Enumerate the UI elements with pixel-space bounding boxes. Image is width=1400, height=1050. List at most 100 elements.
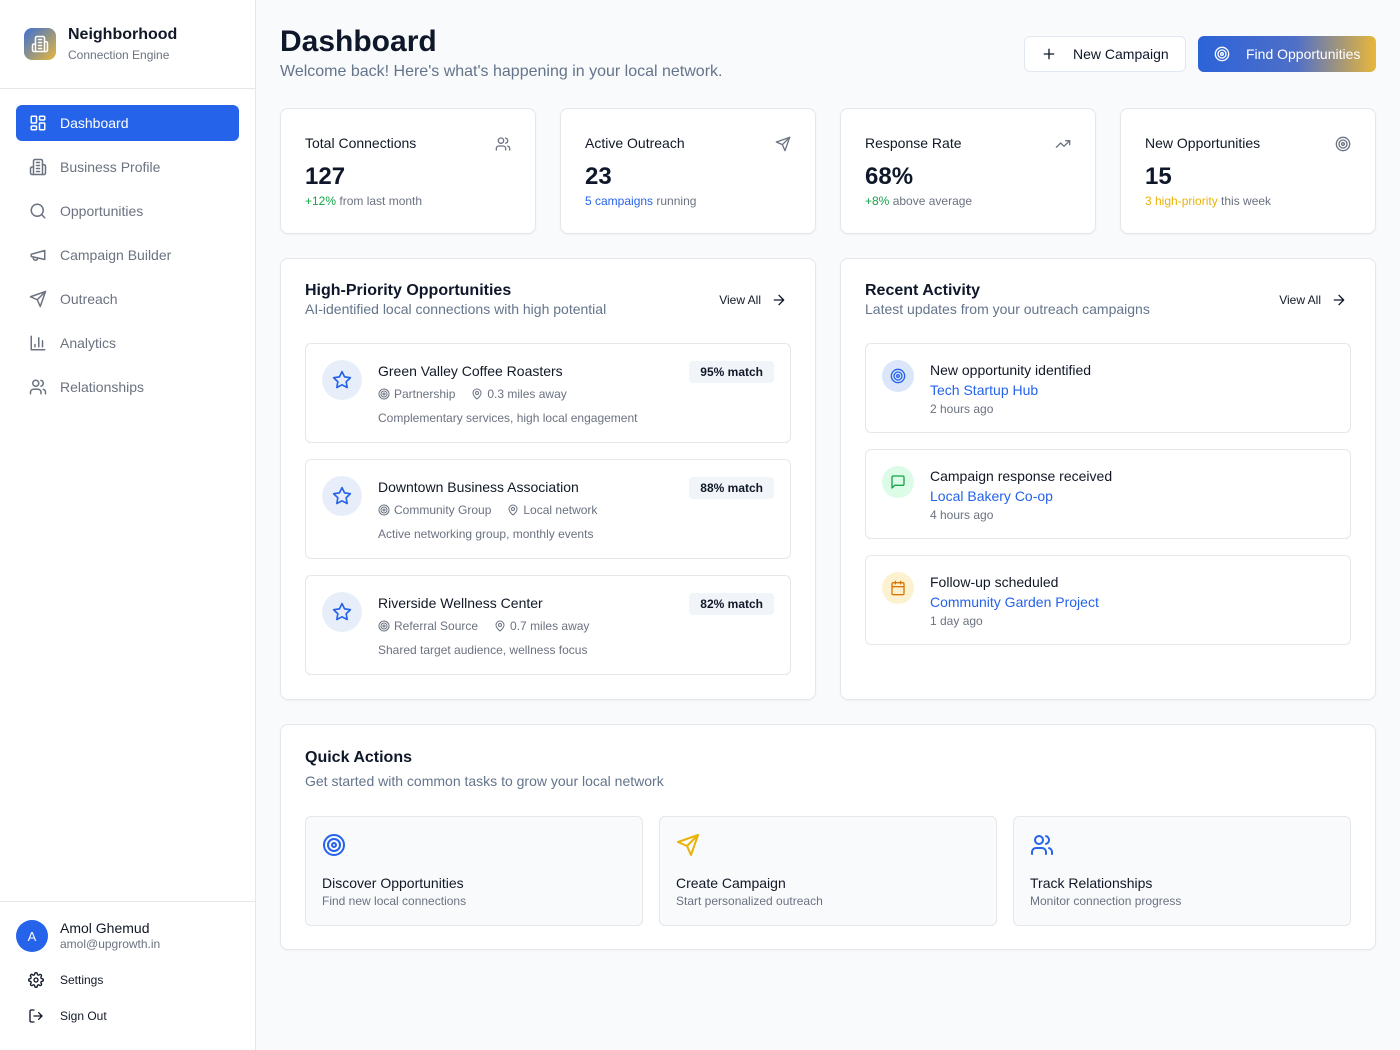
opportunity-type: Community Group (394, 503, 492, 517)
card-subtitle: Latest updates from your outreach campai… (865, 301, 1150, 317)
sidebar-item-label: Opportunities (60, 203, 144, 219)
track-relationships-action[interactable]: Track Relationships Monitor connection p… (1013, 816, 1351, 926)
new-campaign-label: New Campaign (1073, 46, 1169, 62)
card-subtitle: Get started with common tasks to grow yo… (305, 773, 664, 789)
send-icon (775, 136, 791, 152)
star-icon[interactable] (322, 360, 362, 400)
new-campaign-button[interactable]: New Campaign (1024, 36, 1186, 72)
opportunity-item[interactable]: Riverside Wellness Center Referral Sourc… (305, 575, 791, 675)
sidebar-item-opportunities[interactable]: Opportunities (16, 193, 239, 229)
brand-title: Neighborhood (68, 26, 178, 43)
card-subtitle: AI-identified local connections with hig… (305, 301, 607, 317)
sidebar-item-analytics[interactable]: Analytics (16, 325, 239, 361)
page-title: Dashboard (280, 25, 437, 58)
bar-chart-icon (28, 333, 48, 353)
building-icon (24, 28, 56, 60)
stat-card-total-connections: Total Connections 127 +12% from last mon… (280, 108, 536, 234)
search-icon (28, 201, 48, 221)
recent-activity-card: Recent Activity Latest updates from your… (840, 258, 1376, 700)
sidebar-item-campaign-builder[interactable]: Campaign Builder (16, 237, 239, 273)
message-icon (882, 466, 914, 498)
activity-item[interactable]: New opportunity identified Tech Startup … (865, 343, 1351, 433)
stat-value: 23 (585, 163, 612, 190)
find-opportunities-button[interactable]: Find Opportunities (1198, 36, 1376, 72)
find-opportunities-label: Find Opportunities (1246, 46, 1361, 62)
sidebar-item-business-profile[interactable]: Business Profile (16, 149, 239, 185)
sidebar: Neighborhood Connection Engine Dashboard… (0, 0, 256, 1050)
sign-out-link[interactable]: Sign Out (16, 1002, 239, 1030)
trending-up-icon (1055, 136, 1071, 152)
activity-title: New opportunity identified (930, 362, 1092, 378)
sign-out-label: Sign Out (60, 1009, 107, 1023)
stat-note-highlight: +12% (305, 194, 337, 208)
users-icon (1030, 833, 1334, 857)
discover-opportunities-action[interactable]: Discover Opportunities Find new local co… (305, 816, 643, 926)
user-profile[interactable]: A Amol Ghemud amol@upgrowth.in (16, 920, 239, 952)
sidebar-item-label: Business Profile (60, 159, 161, 175)
opportunity-type: Partnership (394, 387, 456, 401)
sidebar-nav: Dashboard Business Profile Opportunities… (0, 89, 255, 429)
grid-icon (28, 113, 48, 133)
sidebar-item-label: Campaign Builder (60, 247, 172, 263)
quick-action-subtitle: Find new local connections (322, 894, 467, 908)
match-badge: 95% match (689, 361, 774, 383)
activity-title: Campaign response received (930, 468, 1113, 484)
opportunity-description: Complementary services, high local engag… (378, 411, 638, 425)
opportunity-item[interactable]: Downtown Business Association Community … (305, 459, 791, 559)
quick-action-subtitle: Monitor connection progress (1030, 894, 1182, 908)
target-icon (882, 360, 914, 392)
sidebar-item-label: Relationships (60, 379, 145, 395)
activity-time: 1 day ago (930, 614, 983, 628)
stat-value: 68% (865, 163, 914, 190)
view-all-opportunities-button[interactable]: View All (719, 292, 787, 308)
stat-note-text: this week (1217, 194, 1272, 208)
stat-note-highlight: 3 high-priority (1145, 194, 1218, 208)
stat-label: New Opportunities (1145, 135, 1261, 151)
stat-card-new-opportunities: New Opportunities 15 3 high-priority thi… (1120, 108, 1376, 234)
activity-item[interactable]: Campaign response received Local Bakery … (865, 449, 1351, 539)
stat-note: +8% above average (865, 194, 1071, 209)
user-panel: A Amol Ghemud amol@upgrowth.in Settings … (0, 901, 255, 1050)
map-pin-icon (471, 388, 483, 400)
activity-link[interactable]: Community Garden Project (930, 594, 1099, 611)
megaphone-icon (28, 245, 48, 265)
send-icon (28, 289, 48, 309)
stat-label: Response Rate (865, 135, 962, 151)
sidebar-item-dashboard[interactable]: Dashboard (16, 105, 239, 141)
star-icon[interactable] (322, 476, 362, 516)
stat-value: 15 (1145, 163, 1172, 190)
opportunity-location: 0.7 miles away (510, 619, 590, 633)
opportunities-card: High-Priority Opportunities AI-identifie… (280, 258, 816, 700)
stat-note-text: running (653, 194, 697, 208)
activity-link[interactable]: Tech Startup Hub (930, 382, 1038, 399)
stat-note-highlight: +8% (865, 194, 890, 208)
page-subtitle: Welcome back! Here's what's happening in… (280, 63, 723, 80)
opportunity-name: Riverside Wellness Center (378, 595, 543, 611)
sidebar-item-outreach[interactable]: Outreach (16, 281, 239, 317)
stat-label: Active Outreach (585, 135, 685, 151)
map-pin-icon (494, 620, 506, 632)
map-pin-icon (507, 504, 519, 516)
opportunity-item[interactable]: Green Valley Coffee Roasters Partnership… (305, 343, 791, 443)
stat-note: 5 campaigns running (585, 194, 791, 209)
opportunity-meta: Community Group Local network (378, 503, 613, 517)
sidebar-item-label: Outreach (60, 291, 118, 307)
create-campaign-action[interactable]: Create Campaign Start personalized outre… (659, 816, 997, 926)
activity-link[interactable]: Local Bakery Co-op (930, 488, 1053, 505)
activity-item[interactable]: Follow-up scheduled Community Garden Pro… (865, 555, 1351, 645)
calendar-icon (882, 572, 914, 604)
match-badge: 88% match (689, 477, 774, 499)
brand: Neighborhood Connection Engine (0, 0, 255, 89)
sidebar-item-relationships[interactable]: Relationships (16, 369, 239, 405)
view-all-label: View All (1279, 293, 1321, 307)
view-all-activity-button[interactable]: View All (1279, 292, 1347, 308)
send-icon (676, 833, 980, 857)
quick-action-title: Discover Opportunities (322, 875, 464, 891)
opportunity-name: Downtown Business Association (378, 479, 579, 495)
star-icon[interactable] (322, 592, 362, 632)
activity-time: 4 hours ago (930, 508, 994, 522)
stat-note-text: above average (889, 194, 973, 208)
settings-link[interactable]: Settings (16, 966, 239, 994)
view-all-label: View All (719, 293, 761, 307)
target-icon (378, 504, 390, 516)
